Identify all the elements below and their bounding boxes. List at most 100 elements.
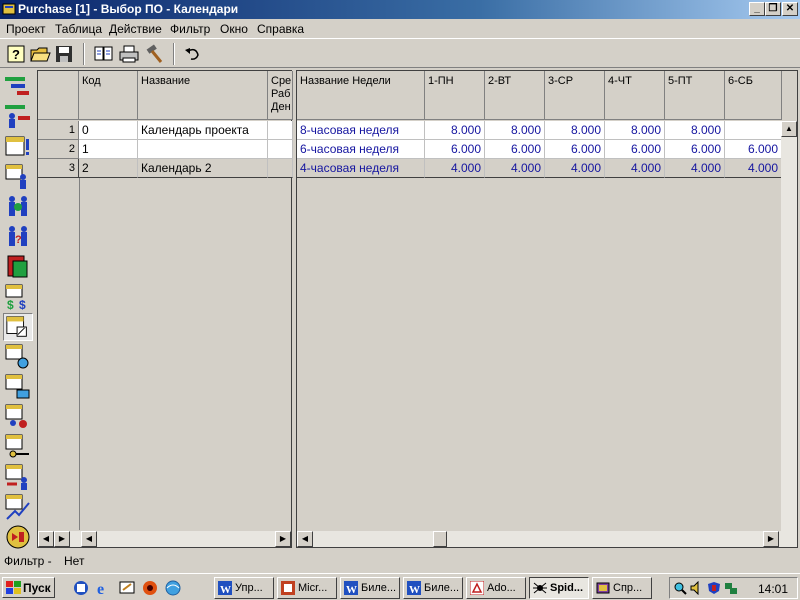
scroll-left-button[interactable]: ◀ (81, 531, 97, 547)
cell-week-name[interactable]: 4-часовая неделя (297, 159, 425, 178)
cell-hours[interactable]: 6.000 (545, 140, 605, 159)
taskbar-button[interactable]: Спр... (592, 577, 652, 599)
column-header-mon[interactable]: 1-ПН (425, 71, 485, 120)
cell-hours[interactable]: 8.000 (605, 121, 665, 140)
cell-avg[interactable] (268, 159, 293, 178)
report-book-icon[interactable] (3, 253, 33, 281)
vertical-scrollbar[interactable]: ▲ (781, 121, 797, 531)
add-resource-icon[interactable] (3, 193, 33, 221)
cell-hours[interactable]: 4.000 (485, 159, 545, 178)
scroll-right-button[interactable]: ▶ (763, 531, 779, 547)
scroll-left-button[interactable]: ◀ (297, 531, 313, 547)
menu-window[interactable]: Окно (220, 22, 248, 36)
column-header-avg-workdays[interactable]: Сре Раб Ден (268, 71, 293, 120)
menu-filter[interactable]: Фильтр (170, 22, 210, 36)
cell-hours[interactable]: 4.000 (725, 159, 782, 178)
calendar-edit-icon[interactable] (3, 313, 33, 341)
outlook-icon[interactable] (72, 579, 90, 596)
scroll-right-button[interactable]: ▶ (54, 531, 70, 547)
calendar-globe-icon[interactable] (3, 343, 33, 371)
cell-week-name[interactable]: 8-часовая неделя (297, 121, 425, 140)
resource-view-icon[interactable] (3, 103, 33, 131)
antivirus-icon[interactable] (707, 581, 721, 595)
menu-action[interactable]: Действие (109, 22, 162, 36)
horizontal-scrollbar[interactable]: ◀ ▶ ◀ ▶ (38, 531, 291, 547)
cell-hours[interactable]: 8.000 (665, 121, 725, 140)
cell-code[interactable]: 0 (79, 121, 138, 140)
cell-hours[interactable]: 4.000 (545, 159, 605, 178)
ie-icon[interactable]: e (95, 579, 113, 596)
resource-query-icon[interactable]: ? (3, 223, 33, 251)
network-tray-icon[interactable] (724, 581, 738, 595)
column-header-name[interactable]: Название (138, 71, 268, 120)
undo-icon[interactable] (182, 43, 204, 65)
desktop-icon[interactable] (118, 579, 136, 596)
scroll-thumb[interactable] (433, 531, 447, 547)
calendar-key-icon[interactable] (3, 433, 33, 461)
menu-help[interactable]: Справка (257, 22, 304, 36)
cell-hours[interactable] (725, 121, 782, 140)
gantt-view-icon[interactable] (3, 73, 33, 101)
calendar-person-icon[interactable] (3, 163, 33, 191)
column-header-thu[interactable]: 4-ЧТ (605, 71, 665, 120)
open-folder-icon[interactable] (29, 43, 51, 65)
horizontal-scrollbar[interactable]: ◀ ▶ (297, 531, 797, 547)
volume-icon[interactable] (690, 581, 704, 595)
scroll-right-button[interactable]: ▶ (275, 531, 291, 547)
cell-hours[interactable]: 8.000 (485, 121, 545, 140)
cell-hours[interactable]: 6.000 (425, 140, 485, 159)
cell-hours[interactable]: 4.000 (665, 159, 725, 178)
cell-hours[interactable]: 8.000 (425, 121, 485, 140)
taskbar-button[interactable]: W Биле... (340, 577, 400, 599)
close-button[interactable]: ✕ (782, 2, 798, 16)
calendar-link-icon[interactable] (3, 373, 33, 401)
scroll-left-button[interactable]: ◀ (38, 531, 54, 547)
calendar-trend-icon[interactable] (3, 493, 33, 521)
cell-week-name[interactable]: 6-часовая неделя (297, 140, 425, 159)
book-icon[interactable] (93, 43, 115, 65)
row-number[interactable]: 1 (38, 121, 79, 140)
calendar-return-icon[interactable] (3, 463, 33, 491)
column-header-week-name[interactable]: Название Недели (297, 71, 425, 120)
menu-project[interactable]: Проект (6, 22, 46, 36)
scroll-up-button[interactable]: ▲ (781, 121, 797, 137)
cell-hours[interactable]: 6.000 (725, 140, 782, 159)
save-icon[interactable] (53, 43, 75, 65)
cell-hours[interactable]: 6.000 (665, 140, 725, 159)
taskbar-button[interactable]: Ado... (466, 577, 526, 599)
column-header-tue[interactable]: 2-ВТ (485, 71, 545, 120)
cell-name[interactable]: Календарь проекта (138, 121, 268, 140)
cost-icon[interactable]: $ $ (3, 283, 33, 311)
cell-hours[interactable]: 6.000 (605, 140, 665, 159)
network-icon[interactable] (164, 579, 182, 596)
cell-hours[interactable]: 4.000 (605, 159, 665, 178)
media-icon[interactable] (141, 579, 159, 596)
taskbar-button[interactable]: Micr... (277, 577, 337, 599)
restore-button[interactable]: ❐ (765, 2, 781, 16)
taskbar-button-active[interactable]: Spid... (529, 577, 589, 599)
taskbar-button[interactable]: W Упр... (214, 577, 274, 599)
menu-table[interactable]: Таблица (55, 22, 102, 36)
minimize-button[interactable]: _ (749, 2, 765, 16)
row-number[interactable]: 3 (38, 159, 79, 178)
column-header-sat[interactable]: 6-СБ (725, 71, 782, 120)
calendar-alert-icon[interactable] (3, 133, 33, 161)
cell-name[interactable]: Календарь 2 (138, 159, 268, 178)
print-icon[interactable] (118, 43, 140, 65)
cell-code[interactable]: 2 (79, 159, 138, 178)
column-header-code[interactable]: Код (79, 71, 138, 120)
taskbar-button[interactable]: W Биле... (403, 577, 463, 599)
cell-hours[interactable]: 6.000 (485, 140, 545, 159)
cell-avg[interactable] (268, 140, 293, 159)
column-header-wed[interactable]: 3-СР (545, 71, 605, 120)
stop-icon[interactable] (3, 523, 33, 551)
start-button[interactable]: Пуск (2, 577, 55, 598)
cell-name[interactable] (138, 140, 268, 159)
hammer-icon[interactable] (143, 43, 165, 65)
cell-hours[interactable]: 8.000 (545, 121, 605, 140)
calendar-resource-icon[interactable] (3, 403, 33, 431)
cell-code[interactable]: 1 (79, 140, 138, 159)
column-header-fri[interactable]: 5-ПТ (665, 71, 725, 120)
help-icon[interactable]: ? (5, 43, 27, 65)
cell-avg[interactable] (268, 121, 293, 140)
